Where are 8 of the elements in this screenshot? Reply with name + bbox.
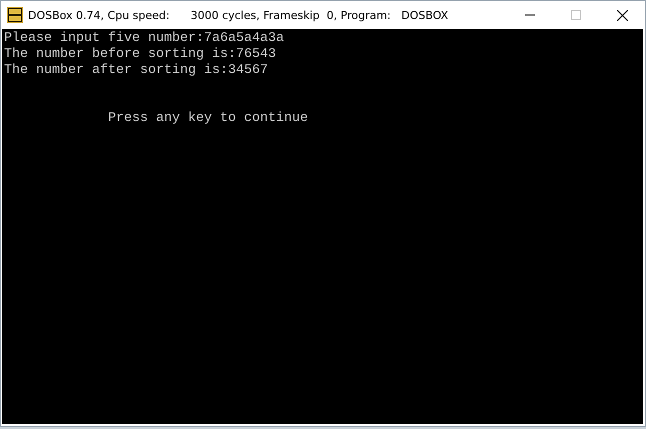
window-title: DOSBox 0.74, Cpu speed: 3000 cycles, Frameskip 0, Program: DOSBOX [28,8,448,22]
app-icon [7,7,23,23]
console-line: The number after sorting is:34567 [4,63,268,79]
close-icon [616,10,628,20]
console-line: Press any key to continue [108,111,308,127]
console-line: The number before sorting is:76543 [4,47,276,63]
maximize-icon [571,10,581,20]
console-line: Please input five number:7a6a5a4a3a [4,31,284,47]
